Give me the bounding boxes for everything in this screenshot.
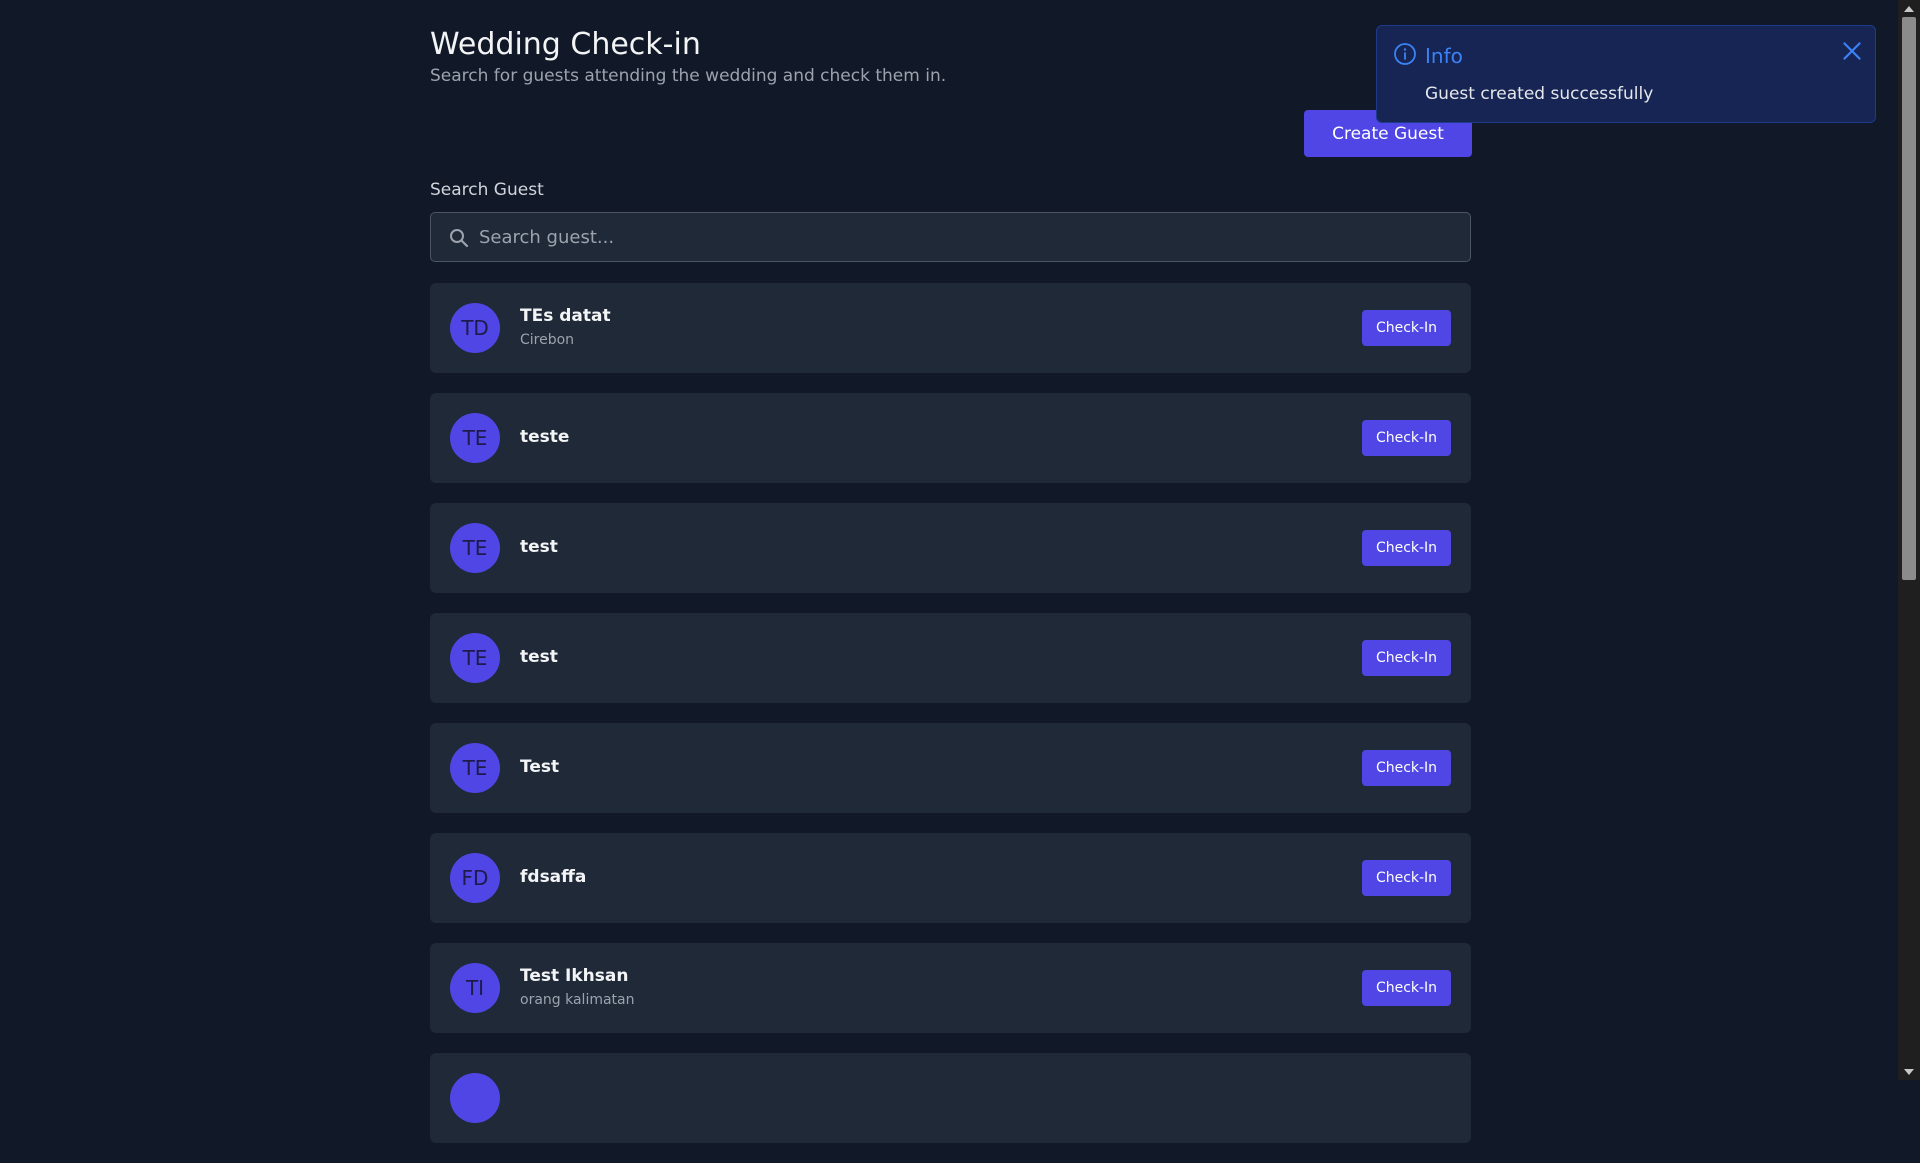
guest-row: TE teste Check-In — [430, 393, 1471, 483]
page-subtitle: Search for guests attending the wedding … — [430, 66, 947, 86]
toast-message: Guest created successfully — [1425, 84, 1654, 104]
avatar: TE — [450, 633, 500, 683]
avatar: TE — [450, 523, 500, 573]
info-icon — [1394, 43, 1416, 65]
avatar: TI — [450, 963, 500, 1013]
toast-notification: Info Guest created successfully — [1376, 25, 1876, 123]
guest-city: Cirebon — [520, 332, 575, 348]
search-icon — [450, 229, 469, 248]
scroll-up-arrow-icon[interactable] — [1898, 0, 1920, 17]
toast-title: Info — [1425, 44, 1463, 68]
guest-name: TEs datat — [520, 306, 611, 326]
guest-row: TE test Check-In — [430, 613, 1471, 703]
guest-name: Test — [520, 757, 560, 777]
search-box[interactable] — [430, 212, 1471, 262]
scrollbar[interactable] — [1898, 0, 1920, 1080]
search-input[interactable] — [479, 213, 1459, 261]
check-in-button[interactable]: Check-In — [1362, 860, 1451, 896]
avatar: TE — [450, 413, 500, 463]
search-label: Search Guest — [430, 180, 544, 200]
check-in-button[interactable]: Check-In — [1362, 420, 1451, 456]
guest-row: FD fdsaffa Check-In — [430, 833, 1471, 923]
check-in-button[interactable]: Check-In — [1362, 970, 1451, 1006]
avatar: FD — [450, 853, 500, 903]
guest-row: TI Test Ikhsan orang kalimatan Check-In — [430, 943, 1471, 1033]
guest-name: Test Ikhsan — [520, 966, 629, 986]
page: Wedding Check-in Search for guests atten… — [0, 0, 1898, 1143]
guest-name: teste — [520, 427, 570, 447]
scroll-down-arrow-icon[interactable] — [1898, 1063, 1920, 1080]
guest-row: TE Test Check-In — [430, 723, 1471, 813]
guest-name: test — [520, 647, 558, 667]
check-in-button[interactable]: Check-In — [1362, 310, 1451, 346]
guest-name: fdsaffa — [520, 867, 587, 887]
guest-row: TD TEs datat Cirebon Check-In — [430, 283, 1471, 373]
scrollbar-thumb[interactable] — [1902, 17, 1916, 580]
check-in-button[interactable]: Check-In — [1362, 530, 1451, 566]
check-in-button[interactable]: Check-In — [1362, 750, 1451, 786]
avatar: TD — [450, 303, 500, 353]
guest-city: orang kalimatan — [520, 992, 635, 1008]
guest-row: TE test Check-In — [430, 503, 1471, 593]
guest-row — [430, 1053, 1471, 1143]
avatar: TE — [450, 743, 500, 793]
guest-name: test — [520, 537, 558, 557]
page-title: Wedding Check-in — [430, 27, 701, 62]
guest-list: TD TEs datat Cirebon Check-In TE teste C… — [430, 283, 1471, 1163]
check-in-button[interactable]: Check-In — [1362, 640, 1451, 676]
close-icon[interactable] — [1839, 38, 1865, 64]
avatar — [450, 1073, 500, 1123]
